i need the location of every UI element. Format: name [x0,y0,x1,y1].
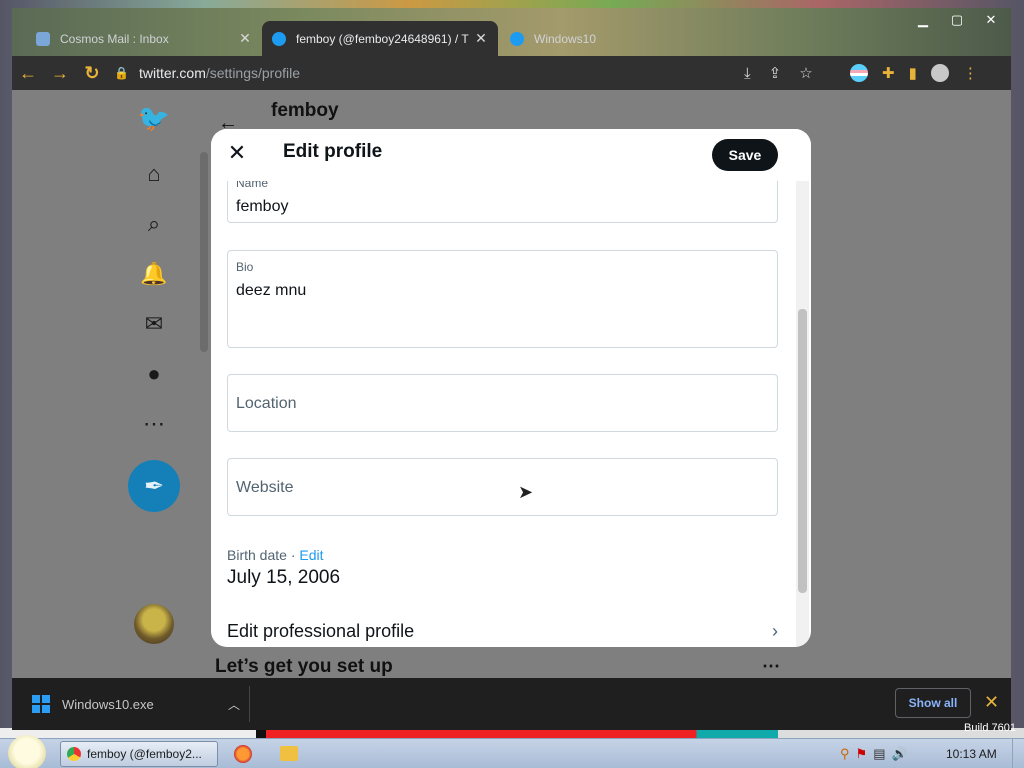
lock-icon: 🔒 [114,66,129,80]
edit-profile-dialog: ✕ Edit profile Save Name femboy Bio deez… [211,129,811,647]
home-icon[interactable]: ⌂ [140,160,168,188]
reload-icon[interactable]: ↻ [76,63,108,84]
dialog-title: Edit profile [283,141,383,162]
twitter-page: 🐦 ⌂ ⌕ 🔔 ✉ ● ⋯ ✒ ← femboy Let’s get you s… [12,90,1011,678]
side-panel-icon[interactable]: ▮ [909,64,917,82]
page-scrollbar[interactable] [200,152,208,352]
download-bar: Windows10.exe ︿ Show all ✕ [12,678,1011,730]
url-domain: twitter.com [138,65,206,81]
bio-value: deez mnu [236,282,307,299]
maximize-icon[interactable]: ▢ [947,12,967,28]
show-all-button[interactable]: Show all [895,688,971,718]
chrome-icon [67,747,81,761]
close-icon[interactable]: ✕ [984,692,999,713]
tab-windows10[interactable]: Windows10 [500,21,620,56]
network-icon[interactable]: ▤ [873,746,885,762]
tab-twitter-profile[interactable]: femboy (@femboy24648961) / T ✕ [262,21,498,56]
dialog-header: ✕ Edit profile Save [211,129,811,181]
notifications-bell-icon[interactable]: 🔔 [140,260,168,288]
twitter-sidebar: 🐦 ⌂ ⌕ 🔔 ✉ ● ⋯ [122,90,182,678]
address-bar-actions: ⤓ ⇪ ☆ [744,56,813,90]
action-center-flag-icon[interactable]: ⚑ [856,746,868,762]
search-tray-icon[interactable]: ⚲ [840,746,850,762]
birth-date-label: Birth date [227,547,287,563]
twitter-favicon-icon [272,31,286,46]
browser-window: Cosmos Mail : Inbox ✕ femboy (@femboy246… [12,8,1011,730]
extensions-area: ✚ ▮ ⋮ [850,56,978,90]
tab-label: femboy (@femboy24648961) / T [296,31,469,46]
bio-label: Bio [236,260,254,274]
explore-search-icon[interactable]: ⌕ [140,210,168,238]
chevron-up-icon[interactable]: ︿ [228,696,240,713]
minimize-icon[interactable]: ▁ [913,12,933,28]
name-value: femboy [236,198,289,215]
back-arrow-icon[interactable]: ← [12,63,44,84]
forward-arrow-icon[interactable]: → [44,63,76,84]
birth-date-value: July 15, 2006 [227,567,341,588]
location-placeholder: Location [236,395,297,412]
profile-person-icon[interactable]: ● [140,360,168,388]
download-item[interactable]: Windows10.exe ︿ [32,678,246,730]
share-icon[interactable]: ⇪ [769,64,782,82]
taskbar: femboy (@femboy2... ⚲ ⚑ ▤ 🔊 10:13 AM [0,735,1024,768]
dialog-scrollbar[interactable] [796,181,809,647]
mail-favicon-icon [36,31,50,46]
account-avatar[interactable] [134,604,174,644]
tab-strip: Cosmos Mail : Inbox ✕ femboy (@femboy246… [12,8,1011,56]
website-field[interactable]: Website [227,458,778,516]
more-options-icon[interactable]: ⋯ [140,410,168,438]
tab-favicon-icon [510,31,524,46]
mouse-cursor-icon: ➤ [518,482,534,502]
feather-icon: ✒ [143,472,165,500]
birth-date-separator: · [286,547,300,563]
windows-build-watermark: Build 7601 [964,722,1016,734]
start-button[interactable] [8,735,46,768]
tab-label: Cosmos Mail : Inbox [60,31,169,46]
edit-professional-profile-row[interactable]: Edit professional profile › [227,617,778,645]
windows-logo-icon [32,695,50,713]
close-window-icon[interactable]: ✕ [981,12,1001,28]
pride-flag-extension-icon[interactable] [850,64,868,82]
browser-toolbar: ← → ↻ 🔒 twitter.com/settings/profile ⤓ ⇪… [12,56,1011,90]
divider [249,686,250,722]
close-icon[interactable]: ✕ [225,141,249,165]
messages-envelope-icon[interactable]: ✉ [140,310,168,338]
setup-section-title: Let’s get you set up [215,656,393,677]
close-tab-icon[interactable]: ✕ [474,30,488,47]
folder-icon[interactable] [280,746,298,761]
close-tab-icon[interactable]: ✕ [238,30,252,47]
window-controls: ▁ ▢ ✕ [913,12,1001,28]
website-placeholder: Website [236,479,294,496]
address-bar[interactable]: 🔒 twitter.com/settings/profile [114,59,724,87]
save-button[interactable]: Save [712,139,778,171]
profile-header-name: femboy [271,100,339,121]
chevron-right-icon: › [772,620,778,641]
url-path: /settings/profile [205,65,301,81]
firefox-icon[interactable] [234,745,252,763]
install-icon[interactable]: ⤓ [744,65,751,82]
puzzle-extensions-icon[interactable]: ✚ [882,64,895,82]
tab-mail[interactable]: Cosmos Mail : Inbox ✕ [26,21,262,56]
download-file-name: Windows10.exe [62,696,154,712]
profile-avatar-icon[interactable] [930,64,949,82]
tab-label: Windows10 [534,31,597,46]
taskbar-clock[interactable]: 10:13 AM [946,747,997,761]
birth-date-edit-link[interactable]: Edit [299,547,323,563]
volume-icon[interactable]: 🔊 [891,746,907,762]
scrollbar-thumb[interactable] [798,309,807,593]
compose-tweet-button[interactable]: ✒ [128,460,180,512]
bio-field[interactable]: Bio deez mnu [227,250,778,348]
show-desktop-button[interactable] [1012,739,1024,768]
twitter-bird-icon[interactable]: 🐦 [138,103,170,133]
more-options-icon[interactable]: ⋯ [762,656,780,677]
birth-date-label-row: Birth date · Edit [227,547,324,563]
system-tray: ⚲ ⚑ ▤ 🔊 [840,739,908,768]
browser-menu-icon[interactable]: ⋮ [963,64,978,82]
location-field[interactable]: Location [227,374,778,432]
taskbar-chrome-label: femboy (@femboy2... [87,747,202,761]
bookmark-star-icon[interactable]: ☆ [799,64,812,82]
taskbar-chrome-button[interactable]: femboy (@femboy2... [60,741,218,767]
professional-profile-label: Edit professional profile [227,620,415,641]
